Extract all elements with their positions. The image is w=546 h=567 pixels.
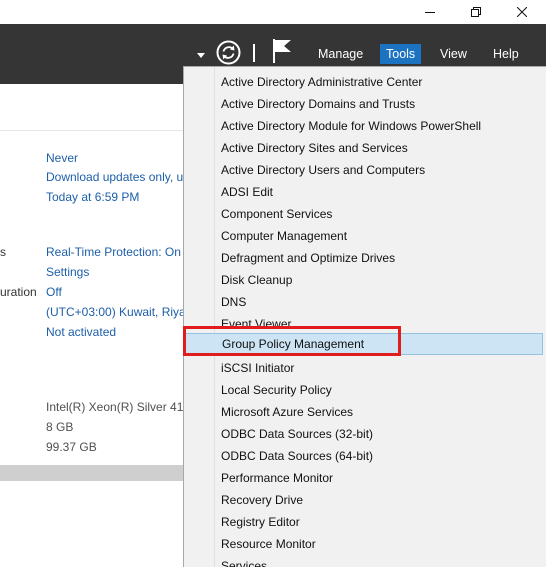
menu-item-odbc-64[interactable]: ODBC Data Sources (64-bit) bbox=[184, 445, 546, 467]
menu-item-ad-users-computers[interactable]: Active Directory Users and Computers bbox=[184, 159, 546, 181]
notifications-flag-icon[interactable] bbox=[272, 38, 292, 64]
menu-item-local-security-policy[interactable]: Local Security Policy bbox=[184, 379, 546, 401]
tools-dropdown-menu: Active Directory Administrative Center A… bbox=[183, 66, 546, 567]
defender-status-link[interactable]: Real-Time Protection: On bbox=[46, 245, 181, 259]
menu-item-resource-monitor[interactable]: Resource Monitor bbox=[184, 533, 546, 555]
menu-item-computer-management[interactable]: Computer Management bbox=[184, 225, 546, 247]
timezone-link[interactable]: (UTC+03:00) Kuwait, Riyad bbox=[46, 305, 192, 319]
feedback-settings-link[interactable]: Settings bbox=[46, 265, 89, 279]
refresh-icon[interactable] bbox=[216, 40, 241, 65]
menu-item-azure-services[interactable]: Microsoft Azure Services bbox=[184, 401, 546, 423]
menu-item-iscsi-initiator[interactable]: iSCSI Initiator bbox=[184, 357, 546, 379]
menu-item-ad-admin-center[interactable]: Active Directory Administrative Center bbox=[184, 71, 546, 93]
section-divider bbox=[0, 130, 184, 131]
close-icon[interactable] bbox=[499, 0, 545, 24]
minimize-icon[interactable] bbox=[407, 0, 453, 24]
restore-icon[interactable] bbox=[453, 0, 499, 24]
title-bar bbox=[0, 0, 546, 24]
dropdown-arrow-icon[interactable] bbox=[197, 53, 205, 58]
ie-config-link[interactable]: Off bbox=[46, 285, 62, 299]
menu-item-performance-monitor[interactable]: Performance Monitor bbox=[184, 467, 546, 489]
menu-item-ad-sites-services[interactable]: Active Directory Sites and Services bbox=[184, 137, 546, 159]
last-checked-link[interactable]: Never bbox=[46, 151, 78, 165]
defender-label: s bbox=[0, 245, 6, 259]
menu-item-ad-domains-trusts[interactable]: Active Directory Domains and Trusts bbox=[184, 93, 546, 115]
menu-manage[interactable]: Manage bbox=[318, 47, 363, 61]
menu-item-odbc-32[interactable]: ODBC Data Sources (32-bit) bbox=[184, 423, 546, 445]
activation-link[interactable]: Not activated bbox=[46, 325, 116, 339]
menu-item-services[interactable]: Services bbox=[184, 555, 546, 567]
section-separator-band bbox=[0, 465, 184, 481]
menu-tools[interactable]: Tools bbox=[380, 44, 422, 64]
memory-value: 8 GB bbox=[46, 420, 74, 434]
menu-item-group-policy-management[interactable]: Group Policy Management bbox=[185, 333, 543, 355]
menu-help[interactable]: Help bbox=[493, 47, 519, 61]
menu-item-dns[interactable]: DNS bbox=[184, 291, 546, 313]
menu-item-adsi-edit[interactable]: ADSI Edit bbox=[184, 181, 546, 203]
ie-config-label: uration bbox=[0, 285, 37, 299]
last-installed-link[interactable]: Today at 6:59 PM bbox=[46, 190, 139, 204]
menu-item-component-services[interactable]: Component Services bbox=[184, 203, 546, 225]
menu-view[interactable]: View bbox=[440, 47, 467, 61]
processor-value: Intel(R) Xeon(R) Silver 411 bbox=[46, 400, 190, 414]
menu-item-registry-editor[interactable]: Registry Editor bbox=[184, 511, 546, 533]
header-divider bbox=[253, 44, 255, 62]
menu-item-recovery-drive[interactable]: Recovery Drive bbox=[184, 489, 546, 511]
menu-item-event-viewer[interactable]: Event Viewer bbox=[184, 313, 546, 335]
windows-update-link[interactable]: Download updates only, u bbox=[46, 170, 183, 184]
disk-value: 99.37 GB bbox=[46, 440, 97, 454]
menu-item-ad-powershell-module[interactable]: Active Directory Module for Windows Powe… bbox=[184, 115, 546, 137]
menu-item-disk-cleanup[interactable]: Disk Cleanup bbox=[184, 269, 546, 291]
menu-item-defragment[interactable]: Defragment and Optimize Drives bbox=[184, 247, 546, 269]
